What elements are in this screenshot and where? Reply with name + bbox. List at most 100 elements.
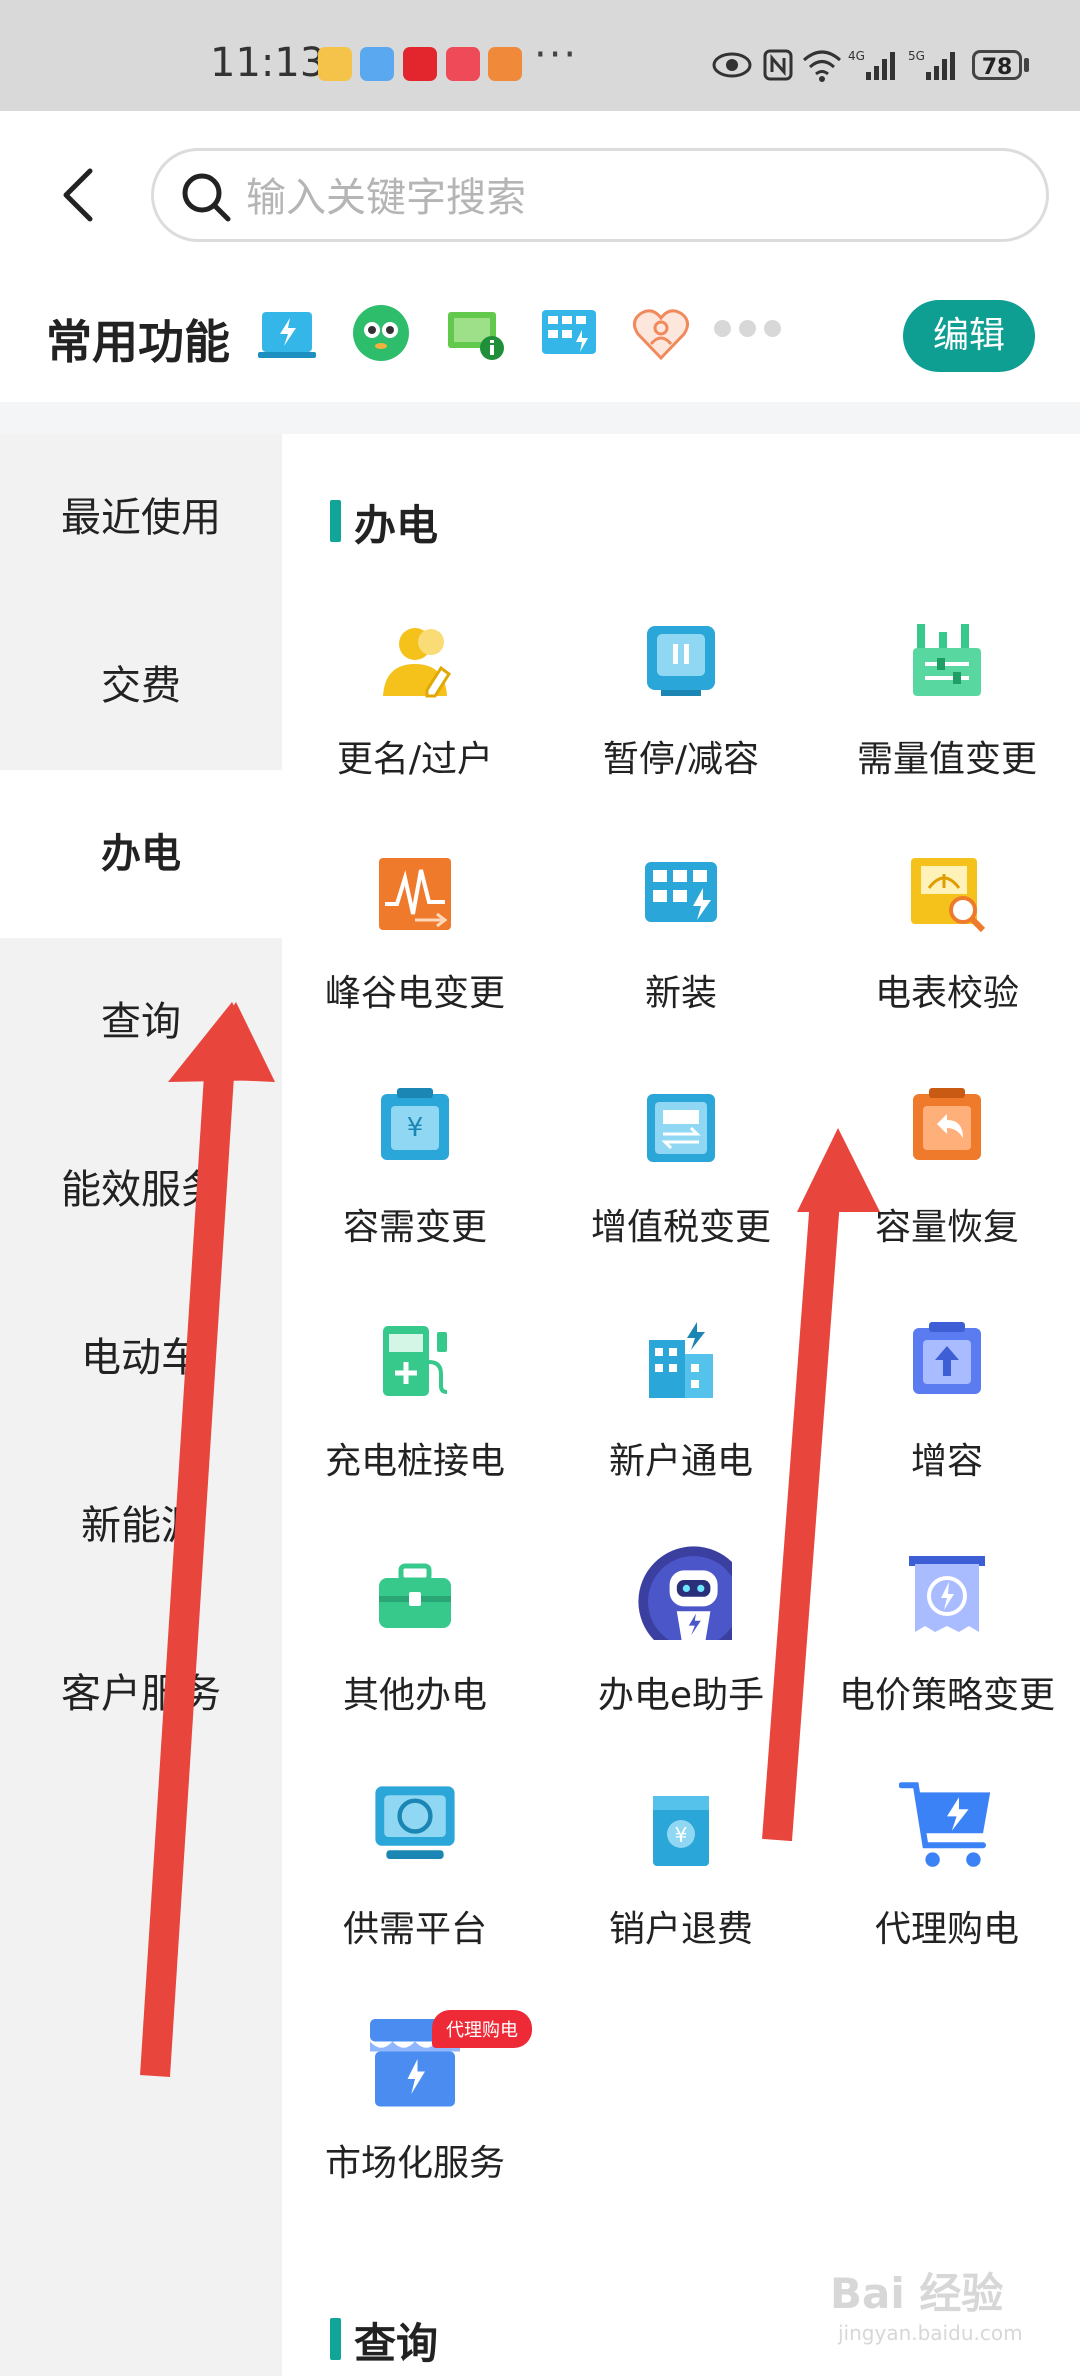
grid-item-tax-change[interactable]: 增值税变更: [548, 1088, 814, 1308]
signal-4g-label: 4G: [848, 49, 865, 63]
toolbox-icon: [379, 1563, 451, 1628]
grid-item-label: 电价策略变更: [838, 1675, 1055, 1716]
grid-item-proxy-purchase[interactable]: 代理购电: [814, 1782, 1080, 2010]
edit-button[interactable]: 编辑: [903, 300, 1035, 372]
app-notification-icon: [360, 47, 394, 81]
weibo-notification-icon: [318, 47, 352, 81]
grid-item-label: 销户退费: [608, 1909, 753, 1950]
supply-demand-icon: [375, 1786, 455, 1859]
grid-item-label: 代理购电: [874, 1909, 1019, 1950]
sidebar-item-query[interactable]: 查询: [0, 938, 282, 1106]
search-icon: [182, 173, 231, 222]
power-info-icon[interactable]: [444, 302, 506, 364]
grid-item-capacity-increase[interactable]: 增容: [814, 1322, 1080, 1542]
next-section-title: 查询: [330, 2310, 438, 2371]
app-notification-icon: [446, 47, 480, 81]
grid-item-label: 增值税变更: [590, 1207, 771, 1248]
eye-icon: [712, 52, 752, 78]
person-edit-icon: [383, 628, 452, 698]
grid-item-label: 增容: [910, 1441, 983, 1482]
grid-item-label: 更名/过户: [336, 739, 494, 780]
capacity-restore-icon: [913, 1088, 981, 1160]
grid-item-new-install[interactable]: 新装: [548, 854, 814, 1074]
pause-meter-icon: [647, 626, 715, 696]
grid-item-label: 暂停/减容: [602, 739, 760, 780]
grid-item-rename-transfer[interactable]: 更名/过户: [282, 620, 548, 840]
grid-item-label: 供需平台: [342, 1909, 487, 1950]
message-notification-icon: [488, 47, 522, 81]
grid-item-assistant[interactable]: 办电e助手: [548, 1546, 814, 1776]
battery-icon: [1024, 58, 1029, 72]
grid-item-market-service[interactable]: 代理购电 市场化服务: [282, 2010, 548, 2244]
baidu-watermark: Bai 经验 jingyan.baidu.com: [830, 2260, 1023, 2345]
lightning-screen-icon[interactable]: [256, 302, 318, 364]
grid-item-account-refund[interactable]: ¥ 销户退费: [548, 1790, 814, 2010]
peak-valley-icon: [379, 858, 451, 930]
cart-icon: [899, 1782, 991, 1867]
grid-item-label: 充电桩接电: [324, 1441, 505, 1482]
grid-item-pause-reduce[interactable]: 暂停/减容: [548, 620, 814, 840]
grid-item-label: 其他办电: [342, 1675, 487, 1716]
grid-item-charging-pile[interactable]: 充电桩接电: [282, 1322, 548, 1542]
service-content: 办电 更名/过户 暂停/减容 需量值变更 峰谷电变更 新装 电表校验 ¥ 容需变…: [282, 434, 1080, 2376]
grid-item-label: 新装: [644, 973, 717, 1014]
meter-panel-icon[interactable]: [538, 302, 600, 364]
promo-tag: 代理购电: [432, 2010, 532, 2048]
mascot-icon[interactable]: [350, 302, 412, 364]
sidebar-item-customer-service[interactable]: 客户服务: [0, 1610, 282, 1778]
grid-item-label: 新户通电: [608, 1441, 753, 1482]
sidebar-item-energy-efficiency[interactable]: 能效服务: [0, 1106, 282, 1274]
grid-item-label: 电表校验: [874, 973, 1019, 1014]
search-input[interactable]: [244, 169, 1008, 227]
sidebar-item-new-energy[interactable]: 新能源: [0, 1442, 282, 1610]
grid-item-supply-demand-platform[interactable]: 供需平台: [282, 1786, 548, 2010]
status-time: 11:13: [210, 40, 326, 86]
grid-item-peak-valley[interactable]: 峰谷电变更: [282, 854, 548, 1074]
more-notifications: ···: [534, 32, 579, 78]
factory-adjust-icon: [913, 624, 981, 696]
grid-item-price-strategy[interactable]: 电价策略变更: [814, 1556, 1080, 1776]
capacity-change-icon: ¥: [381, 1088, 449, 1160]
grid-item-demand-change[interactable]: 需量值变更: [814, 620, 1080, 840]
signal-5g-icon: 5G: [908, 49, 955, 80]
svg-text:¥: ¥: [407, 1113, 424, 1143]
search-bar[interactable]: [151, 148, 1049, 242]
sidebar-item-electricity-service[interactable]: 办电: [0, 770, 282, 938]
app-notification-icon: [403, 47, 437, 81]
battery-level: 78: [972, 50, 1022, 80]
wifi-icon: [803, 50, 841, 82]
nfc-icon: [763, 49, 793, 81]
charging-pile-icon: [383, 1326, 448, 1396]
grid-item-label: 峰谷电变更: [324, 973, 505, 1014]
signal-5g-label: 5G: [908, 49, 925, 63]
grid-item-meter-check[interactable]: 电表校验: [814, 854, 1080, 1074]
grid-item-capacity-change[interactable]: ¥ 容需变更: [282, 1088, 548, 1308]
meter-check-icon: [911, 858, 986, 933]
section-title: 办电: [330, 492, 438, 553]
more-favorites-icon[interactable]: [714, 320, 789, 341]
signal-4g-icon: 4G: [848, 49, 895, 80]
grid-item-label: 办电e助手: [597, 1675, 765, 1716]
category-sidebar: 最近使用 交费 办电 查询 能效服务 电动车 新能源 客户服务: [0, 434, 282, 2376]
grid-item-capacity-restore[interactable]: 容量恢复: [814, 1088, 1080, 1308]
grid-item-new-building-power[interactable]: 新户通电: [548, 1322, 814, 1542]
sidebar-item-payment[interactable]: 交费: [0, 602, 282, 770]
new-building-power-icon: [649, 1322, 713, 1398]
status-bar: 11:13 ··· 4G 5G 78: [0, 0, 1080, 111]
tax-change-icon: [647, 1094, 715, 1162]
grid-item-label: 需量值变更: [856, 739, 1037, 780]
watermark-url: jingyan.baidu.com: [838, 2321, 1023, 2345]
robot-assistant-icon: [638, 1546, 732, 1640]
section-divider: [0, 402, 1080, 434]
back-arrow-icon[interactable]: [50, 165, 110, 225]
grid-item-label: 市场化服务: [324, 2143, 505, 2184]
svg-text:¥: ¥: [675, 1823, 688, 1847]
grid-item-label: 容需变更: [342, 1207, 487, 1248]
heart-person-icon[interactable]: [630, 302, 692, 364]
sidebar-item-electric-vehicle[interactable]: 电动车: [0, 1274, 282, 1442]
sidebar-item-recent[interactable]: 最近使用: [0, 434, 282, 602]
grid-item-other-services[interactable]: 其他办电: [282, 1556, 548, 1776]
favorites-title: 常用功能: [46, 315, 230, 369]
account-refund-icon: ¥: [653, 1796, 709, 1866]
capacity-increase-icon: [913, 1322, 981, 1394]
